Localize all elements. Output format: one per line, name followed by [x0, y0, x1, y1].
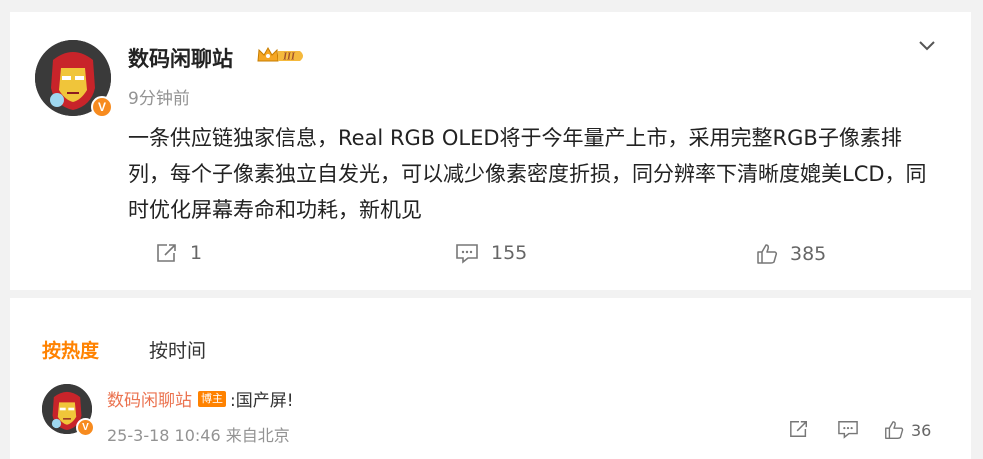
- comment-reply-button[interactable]: [836, 419, 860, 439]
- share-button[interactable]: 1: [155, 242, 202, 264]
- comment-meta: 25-3-18 10:46 来自北京: [107, 426, 290, 445]
- post-avatar[interactable]: V: [35, 40, 113, 118]
- chevron-down-icon[interactable]: [916, 34, 938, 56]
- comment-author-name[interactable]: 数码闲聊站: [107, 386, 192, 411]
- comment-like-count: 36: [911, 420, 932, 440]
- tab-sort-by-hot[interactable]: 按热度: [42, 336, 99, 363]
- author-tag-badge: 博主: [198, 390, 226, 407]
- crown-badge-icon[interactable]: III: [256, 45, 308, 67]
- comments-card: 按热度 按时间 V 数码闲聊站 博主 :国产屏! 25-3-18 10:46 来…: [10, 298, 971, 459]
- share-icon: [790, 421, 807, 437]
- comment-avatar[interactable]: V: [42, 384, 95, 437]
- post-time: 9分钟前: [128, 89, 190, 109]
- like-count: 385: [790, 243, 827, 265]
- comment-count: 155: [491, 242, 528, 264]
- comment-like-button[interactable]: 36: [883, 419, 931, 441]
- tab-sort-by-time[interactable]: 按时间: [149, 336, 206, 363]
- share-count: 1: [190, 242, 203, 264]
- post-card: V 数码闲聊站 III 9分钟前 一条供应链独家信息，Real RGB OLED…: [10, 12, 971, 290]
- like-icon: [757, 244, 778, 264]
- comment-share-button[interactable]: [788, 419, 810, 439]
- comment-button[interactable]: 155: [454, 242, 527, 264]
- comment-icon: [456, 244, 478, 264]
- like-button[interactable]: 385: [755, 242, 826, 266]
- comment-icon: [838, 421, 858, 439]
- verified-badge: V: [91, 96, 113, 118]
- comment-text: :国产屏!: [230, 391, 294, 411]
- comment-content: 数码闲聊站 博主 :国产屏!: [107, 386, 294, 411]
- share-icon: [157, 244, 176, 262]
- post-body-text: 一条供应链独家信息，Real RGB OLED将于今年量产上市，采用完整RGB子…: [128, 126, 927, 222]
- like-icon: [885, 421, 904, 439]
- level-badge-text: III: [282, 52, 296, 63]
- verified-badge: V: [76, 418, 95, 437]
- post-author-name[interactable]: 数码闲聊站: [128, 43, 233, 73]
